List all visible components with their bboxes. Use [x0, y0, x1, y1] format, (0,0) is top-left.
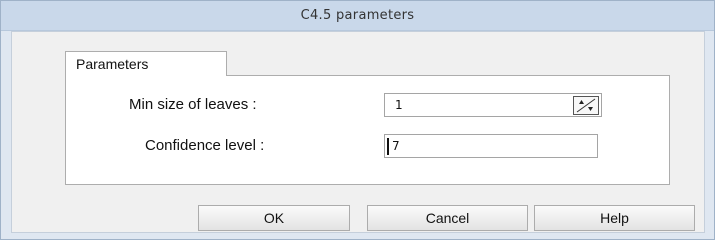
confidence-level-input[interactable]: 7 [384, 134, 598, 158]
confidence-level-value: 7 [392, 139, 400, 153]
min-size-of-leaves-input[interactable]: 1 [384, 93, 602, 117]
text-caret [387, 138, 389, 155]
window-title: C4.5 parameters [300, 8, 415, 23]
ok-button[interactable]: OK [198, 205, 350, 231]
tab-parameters[interactable]: Parameters [65, 51, 227, 76]
title-bar[interactable]: C4.5 parameters [1, 1, 714, 31]
dialog-client-area: Parameters Min size of leaves : 1 Confid… [11, 31, 705, 233]
min-size-of-leaves-label: Min size of leaves : [129, 96, 257, 113]
confidence-level-label: Confidence level : [145, 137, 265, 154]
parameters-panel: Min size of leaves : 1 Confidence level … [65, 75, 670, 185]
min-size-of-leaves-value: 1 [395, 98, 403, 112]
cancel-button[interactable]: Cancel [367, 205, 528, 231]
button-bar: OK Cancel Help [12, 196, 704, 232]
dialog-window: C4.5 parameters Parameters Min size of l… [0, 0, 715, 240]
help-button[interactable]: Help [534, 205, 695, 231]
spin-up-down-icon[interactable] [573, 96, 599, 115]
